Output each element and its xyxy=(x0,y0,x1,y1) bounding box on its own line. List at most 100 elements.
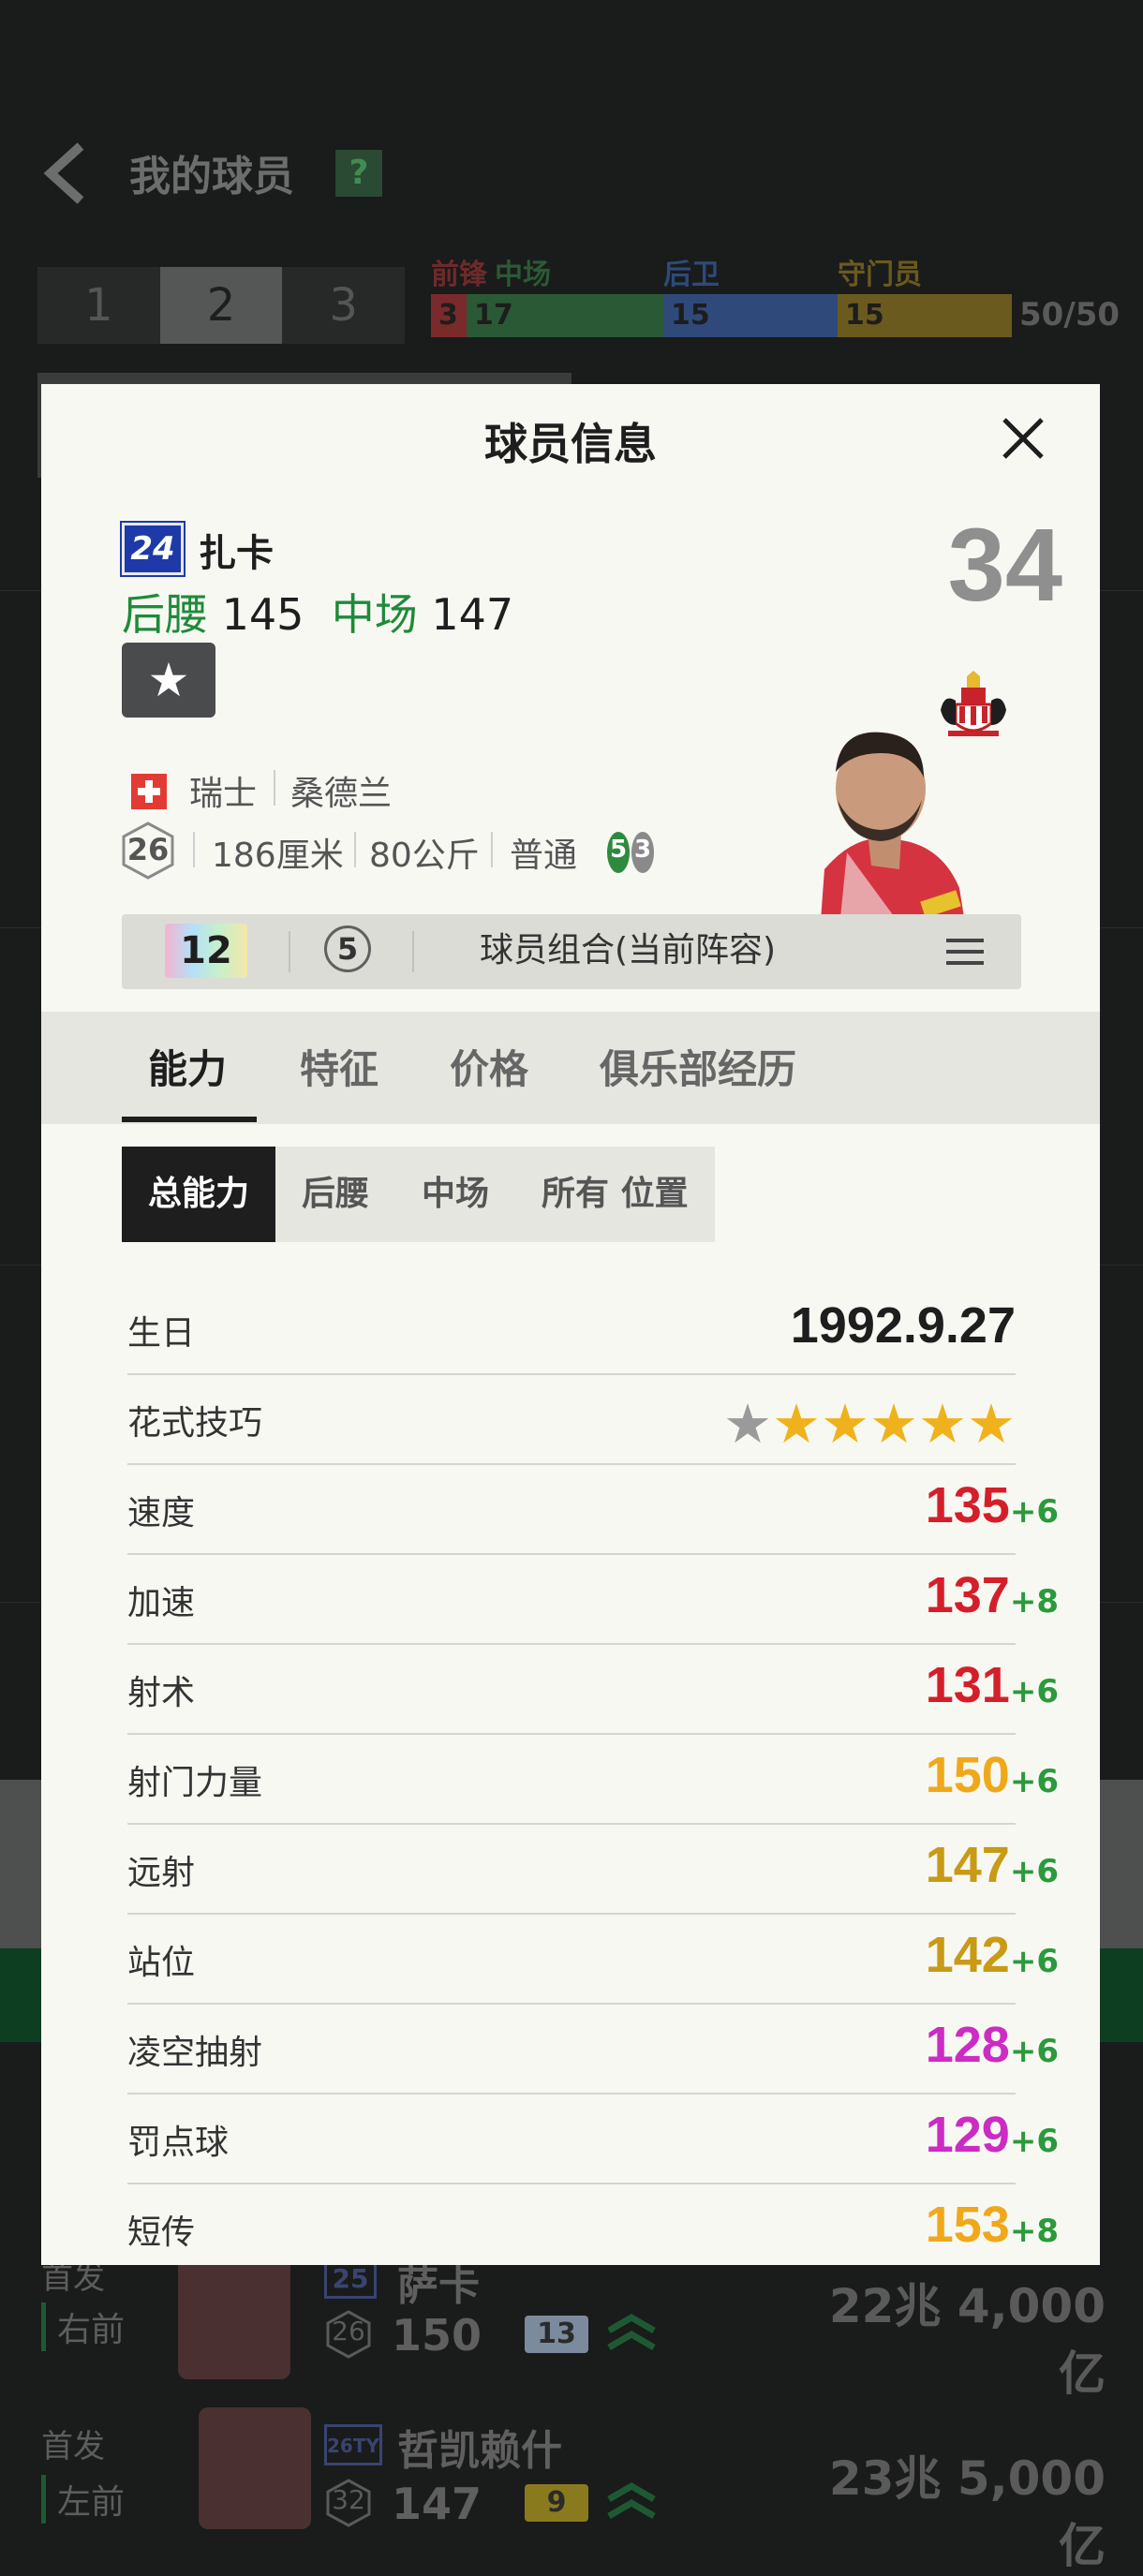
position-1-name: 后腰 xyxy=(122,589,208,640)
close-icon[interactable] xyxy=(995,410,1051,466)
goalkeeper-label: 守门员 xyxy=(838,259,922,291)
stat-value: 137 xyxy=(925,1567,1010,1623)
stat-bonus: +6 xyxy=(1009,1673,1059,1710)
position-ratings: 后腰 145 中场 147 xyxy=(122,581,513,643)
stat-value: 142 xyxy=(925,1927,1010,1983)
star-icon: ★ xyxy=(821,1392,869,1456)
page-title: 我的球员 xyxy=(129,153,294,200)
stat-row: 速度 135+6 xyxy=(127,1463,1059,1555)
menu-icon[interactable] xyxy=(946,935,984,969)
skill-moves-label: 花式技巧 xyxy=(127,1404,263,1443)
stat-bonus: +6 xyxy=(1009,1763,1059,1800)
list-item[interactable]: 首发 右前 25 萨卡 26 150 13 22兆 4,000亿 xyxy=(0,2258,1143,2401)
player-info-modal: 球员信息 24 扎卡 后腰 145 中场 147 34 ★ 瑞士 桑德兰 26 … xyxy=(41,384,1100,2265)
player-weight: 80公斤 xyxy=(369,836,480,875)
stat-value: 150 xyxy=(925,1747,1010,1803)
player-height: 186厘米 xyxy=(212,836,344,875)
stat-label: 加速 xyxy=(127,1584,196,1622)
season-badge: 26TY xyxy=(324,2424,382,2465)
help-icon[interactable]: ? xyxy=(335,150,382,197)
player-name: 扎卡 xyxy=(199,532,274,575)
squad-tab-1[interactable]: 1 xyxy=(37,267,160,344)
divider xyxy=(274,770,275,806)
list-item[interactable]: 首发 左前 26TY 哲凯赖什 32 147 9 23兆 5,000亿 xyxy=(0,2407,1143,2573)
stat-value: 128 xyxy=(925,2017,1010,2073)
squad-tab-2[interactable]: 2 xyxy=(159,267,283,344)
stat-value: 129 xyxy=(925,2107,1010,2163)
row-role: 首发 xyxy=(41,2428,105,2465)
row-boost-level: 9 xyxy=(525,2484,588,2522)
stat-row: 射术 131+6 xyxy=(127,1643,1059,1735)
tab-price[interactable]: 价格 xyxy=(450,1038,528,1095)
tab-club-history[interactable]: 俱乐部经历 xyxy=(600,1038,796,1095)
defender-count: 15 xyxy=(663,294,838,337)
tab-ability[interactable]: 能力 xyxy=(148,1038,227,1095)
tab-traits[interactable]: 特征 xyxy=(300,1038,379,1095)
chemistry-label: 球员组合(当前阵容) xyxy=(479,931,777,970)
swiss-flag-icon xyxy=(131,774,167,809)
squad-tab-3[interactable]: 3 xyxy=(282,267,406,344)
stat-value: 131 xyxy=(925,1657,1010,1713)
stat-bonus: +6 xyxy=(1009,2033,1059,2070)
divider xyxy=(193,832,195,867)
sub-tab-all-positions[interactable]: 所有 位置 xyxy=(515,1147,715,1242)
row-value: 23兆 5,000亿 xyxy=(828,2451,1106,2573)
squad-capacity: 50/50 xyxy=(1019,296,1121,333)
forward-label: 前锋 xyxy=(431,259,487,291)
stat-value: 147 xyxy=(925,1837,1010,1893)
stat-bonus: +8 xyxy=(1009,2213,1059,2250)
right-foot-rating: 3 xyxy=(633,836,652,864)
star-icon: ★ xyxy=(772,1392,821,1456)
row-value: 22兆 4,000亿 xyxy=(828,2279,1106,2401)
divider xyxy=(289,931,290,972)
team-chemistry-bar[interactable]: 12 5 球员组合(当前阵容) xyxy=(122,914,1021,989)
row-rating: 150 xyxy=(392,2310,482,2361)
divider xyxy=(354,832,356,867)
stat-bonus: +6 xyxy=(1009,2123,1059,2160)
overall-level: 34 xyxy=(947,508,1062,623)
club-crest-icon xyxy=(935,667,1012,744)
stat-value-group: 129+6 xyxy=(926,2106,1059,2164)
stat-bonus: +6 xyxy=(1009,1853,1059,1890)
nationality: 瑞士 xyxy=(189,775,258,813)
stat-value-group: 131+6 xyxy=(926,1656,1059,1714)
row-rating: 147 xyxy=(392,2479,482,2529)
chemistry-count: 5 xyxy=(324,925,371,972)
forward-count: 3 xyxy=(431,294,467,337)
stat-row: 站位 142+6 xyxy=(127,1913,1059,2005)
star-icon: ★ xyxy=(967,1392,1016,1456)
skill-moves-stars: ★★★★★★ xyxy=(723,1392,1016,1456)
row-position: 右前 xyxy=(41,2302,125,2351)
goalkeeper-count: 15 xyxy=(838,294,1012,337)
stat-row: 加速 137+8 xyxy=(127,1553,1059,1645)
player-age: 26 xyxy=(126,832,170,867)
stat-row: 远射 147+6 xyxy=(127,1823,1059,1915)
row-age: 26 xyxy=(332,2316,365,2347)
sub-tab-overall[interactable]: 总能力 xyxy=(122,1147,276,1242)
player-photo xyxy=(178,2258,290,2379)
stat-row: 凌空抽射 128+6 xyxy=(127,2003,1059,2095)
star-icon: ★ xyxy=(869,1392,918,1456)
stat-label: 罚点球 xyxy=(127,2124,230,2162)
squad-tabs: 1 2 3 xyxy=(37,267,406,344)
sub-tab-cm[interactable]: 中场 xyxy=(395,1147,515,1242)
sub-tab-cdm[interactable]: 后腰 xyxy=(275,1147,395,1242)
midfield-label: 中场 xyxy=(495,259,551,291)
position-count-bar: 3 17 15 15 xyxy=(431,294,1012,337)
stat-label: 短传 xyxy=(127,2213,196,2252)
favorite-star-button[interactable]: ★ xyxy=(122,643,215,718)
stat-row: 短传 153+8 xyxy=(127,2183,1059,2265)
stat-value-group: 135+6 xyxy=(926,1476,1059,1534)
birthday-label: 生日 xyxy=(127,1314,196,1353)
stat-label: 射术 xyxy=(127,1674,196,1712)
back-arrow-icon[interactable] xyxy=(37,141,94,206)
position-2-rating: 147 xyxy=(431,589,514,640)
foot-ratings: 5 3 xyxy=(603,830,658,879)
stat-value-group: 150+6 xyxy=(926,1746,1059,1804)
active-tab-indicator xyxy=(122,1117,257,1122)
divider xyxy=(491,832,493,867)
star-icon: ★ xyxy=(723,1392,772,1456)
stat-bonus: +8 xyxy=(1009,1583,1059,1621)
row-age: 32 xyxy=(332,2484,365,2515)
star-icon: ★ xyxy=(918,1392,967,1456)
